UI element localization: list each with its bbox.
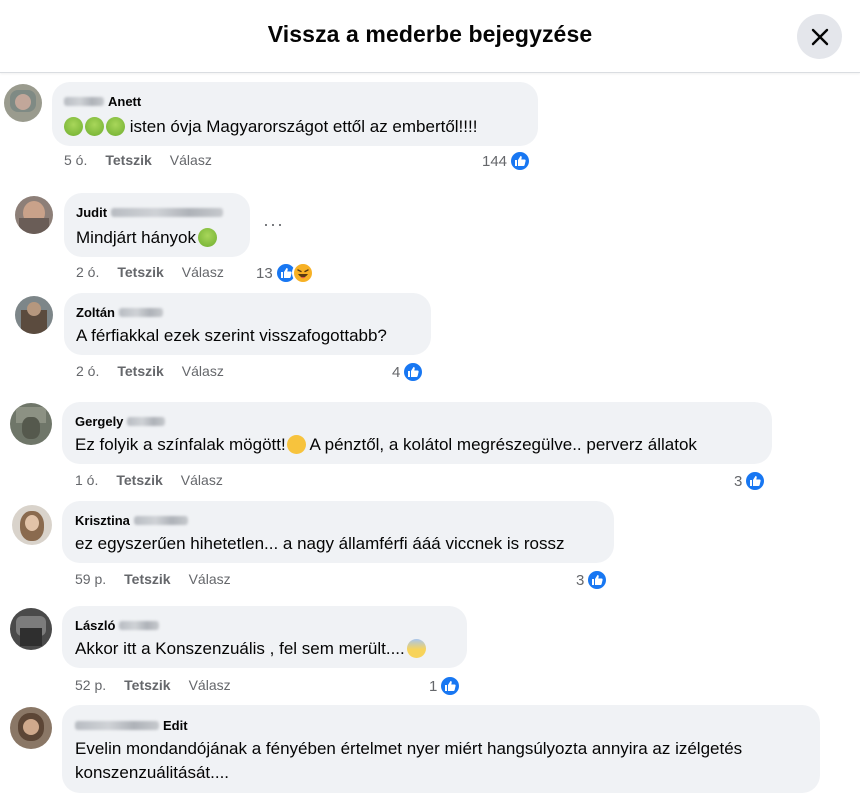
like-button[interactable]: Tetszik	[117, 363, 163, 379]
comment-actions: 52 p. Tetszik Válasz	[75, 677, 231, 693]
comment-time[interactable]: 59 p.	[75, 571, 106, 587]
comment-text: ez egyszerűen hihetetlen... a nagy állam…	[75, 533, 564, 555]
comment-text-line1: Evelin mondandójának a fényében értelmet…	[75, 739, 743, 758]
reply-button[interactable]: Válasz	[182, 363, 224, 379]
reaction-summary[interactable]: 4	[392, 361, 425, 383]
avatar[interactable]	[10, 608, 52, 650]
comment-author[interactable]: Judit	[76, 205, 227, 220]
dialog-header: Vissza a mederbe bejegyzése	[0, 0, 860, 73]
blurred-name	[133, 516, 188, 525]
author-name: Edit	[163, 718, 188, 733]
blurred-name	[64, 97, 104, 106]
avatar[interactable]	[12, 505, 52, 545]
comment-body-part2: A pénztől, a kolátol megrészegülve.. per…	[305, 435, 697, 454]
comment-author[interactable]: Zoltán	[76, 305, 167, 320]
comment-time[interactable]: 1 ó.	[75, 472, 98, 488]
blurred-name	[111, 208, 224, 217]
comment-text: Akkor itt a Konszenzuális , fel sem merü…	[75, 638, 426, 660]
like-button[interactable]: Tetszik	[124, 677, 170, 693]
author-name: Zoltán	[76, 305, 115, 320]
reply-button[interactable]: Válasz	[170, 152, 212, 168]
avatar[interactable]	[15, 296, 53, 334]
comment-text-line2: konszenzuálitását....	[75, 763, 230, 782]
comment-body: A férfiakkal ezek szerint visszafogottab…	[76, 326, 387, 345]
comment-body: Akkor itt a Konszenzuális , fel sem merü…	[75, 639, 405, 658]
comment-text: A férfiakkal ezek szerint visszafogottab…	[76, 325, 387, 347]
comment-actions: 59 p. Tetszik Válasz	[75, 571, 231, 587]
avatar[interactable]	[4, 84, 42, 122]
comment-actions: 1 ó. Tetszik Válasz	[75, 472, 223, 488]
like-button[interactable]: Tetszik	[116, 472, 162, 488]
comment-author[interactable]: László	[75, 618, 163, 633]
thumbs-up-icon	[402, 361, 425, 383]
comment-text: isten óvja Magyarországot ettől az ember…	[64, 116, 477, 138]
avatar[interactable]	[15, 196, 53, 234]
thumbs-up-icon	[509, 150, 532, 172]
nauseated-face-icon	[198, 228, 218, 247]
reply-button[interactable]: Válasz	[182, 264, 224, 280]
nauseated-face-icon	[106, 117, 125, 136]
comment-time[interactable]: 52 p.	[75, 677, 106, 693]
dialog-title: Vissza a mederbe bejegyzése	[267, 21, 593, 47]
thumbs-up-icon	[744, 470, 767, 492]
thumbs-up-icon	[586, 569, 609, 591]
author-name: Gergely	[75, 414, 124, 429]
laughing-face-icon	[291, 262, 314, 284]
like-button[interactable]: Tetszik	[124, 571, 170, 587]
reply-button[interactable]: Válasz	[189, 677, 231, 693]
comment-body-part1: Ez folyik a színfalak mögött!	[75, 435, 286, 454]
screaming-face-icon	[406, 639, 426, 658]
author-name: Krisztina	[75, 513, 130, 528]
comment-body: isten óvja Magyarországot ettől az ember…	[129, 117, 478, 136]
nauseated-face-icon	[85, 117, 104, 136]
comment-author[interactable]: Anett	[64, 94, 141, 109]
reaction-summary[interactable]: 3	[734, 470, 767, 492]
comment-time[interactable]: 2 ó.	[76, 363, 99, 379]
avatar[interactable]	[10, 707, 52, 749]
reaction-count: 3	[734, 472, 743, 490]
comment-body: Mindjárt hányok	[76, 228, 197, 247]
reaction-summary[interactable]: 13	[256, 262, 314, 284]
comment-author[interactable]: Edit	[75, 718, 188, 733]
reaction-count: 4	[392, 363, 401, 381]
comment-author[interactable]: Krisztina	[75, 513, 192, 528]
blurred-name	[75, 721, 159, 730]
reply-button[interactable]: Válasz	[181, 472, 223, 488]
reaction-count: 3	[576, 571, 585, 589]
reaction-count: 13	[256, 264, 273, 282]
like-button[interactable]: Tetszik	[117, 264, 163, 280]
comment-text: Mindjárt hányok	[76, 227, 218, 249]
comment-body: ez egyszerűen hihetetlen... a nagy állam…	[75, 534, 565, 553]
avatar[interactable]	[10, 403, 52, 445]
blurred-name	[127, 417, 166, 426]
comment-author[interactable]: Gergely	[75, 414, 169, 429]
blurred-name	[119, 621, 160, 630]
comment-actions: 2 ó. Tetszik Válasz	[76, 363, 224, 379]
comment-text: Ez folyik a színfalak mögött! A pénztől,…	[75, 434, 697, 456]
author-name: Anett	[108, 94, 142, 109]
comment-time[interactable]: 2 ó.	[76, 264, 99, 280]
reply-button[interactable]: Válasz	[189, 571, 231, 587]
reaction-count: 1	[429, 677, 438, 695]
comment-actions: 5 ó. Tetszik Válasz	[64, 152, 212, 168]
like-button[interactable]: Tetszik	[105, 152, 151, 168]
more-options-icon[interactable]: ···	[263, 214, 284, 235]
reaction-summary[interactable]: 1	[429, 675, 462, 697]
comment-time[interactable]: 5 ó.	[64, 152, 87, 168]
close-button[interactable]	[797, 14, 842, 59]
close-icon	[811, 28, 828, 45]
nauseated-face-icon	[64, 117, 83, 136]
author-name: László	[75, 618, 116, 633]
reaction-count: 144	[482, 152, 508, 170]
author-name: Judit	[76, 205, 108, 220]
reaction-summary[interactable]: 144	[482, 150, 532, 172]
comment-actions: 2 ó. Tetszik Válasz	[76, 264, 224, 280]
thumbs-up-icon	[439, 675, 462, 697]
blurred-name	[119, 308, 163, 317]
thinking-face-icon	[286, 435, 306, 454]
reaction-summary[interactable]: 3	[576, 569, 609, 591]
